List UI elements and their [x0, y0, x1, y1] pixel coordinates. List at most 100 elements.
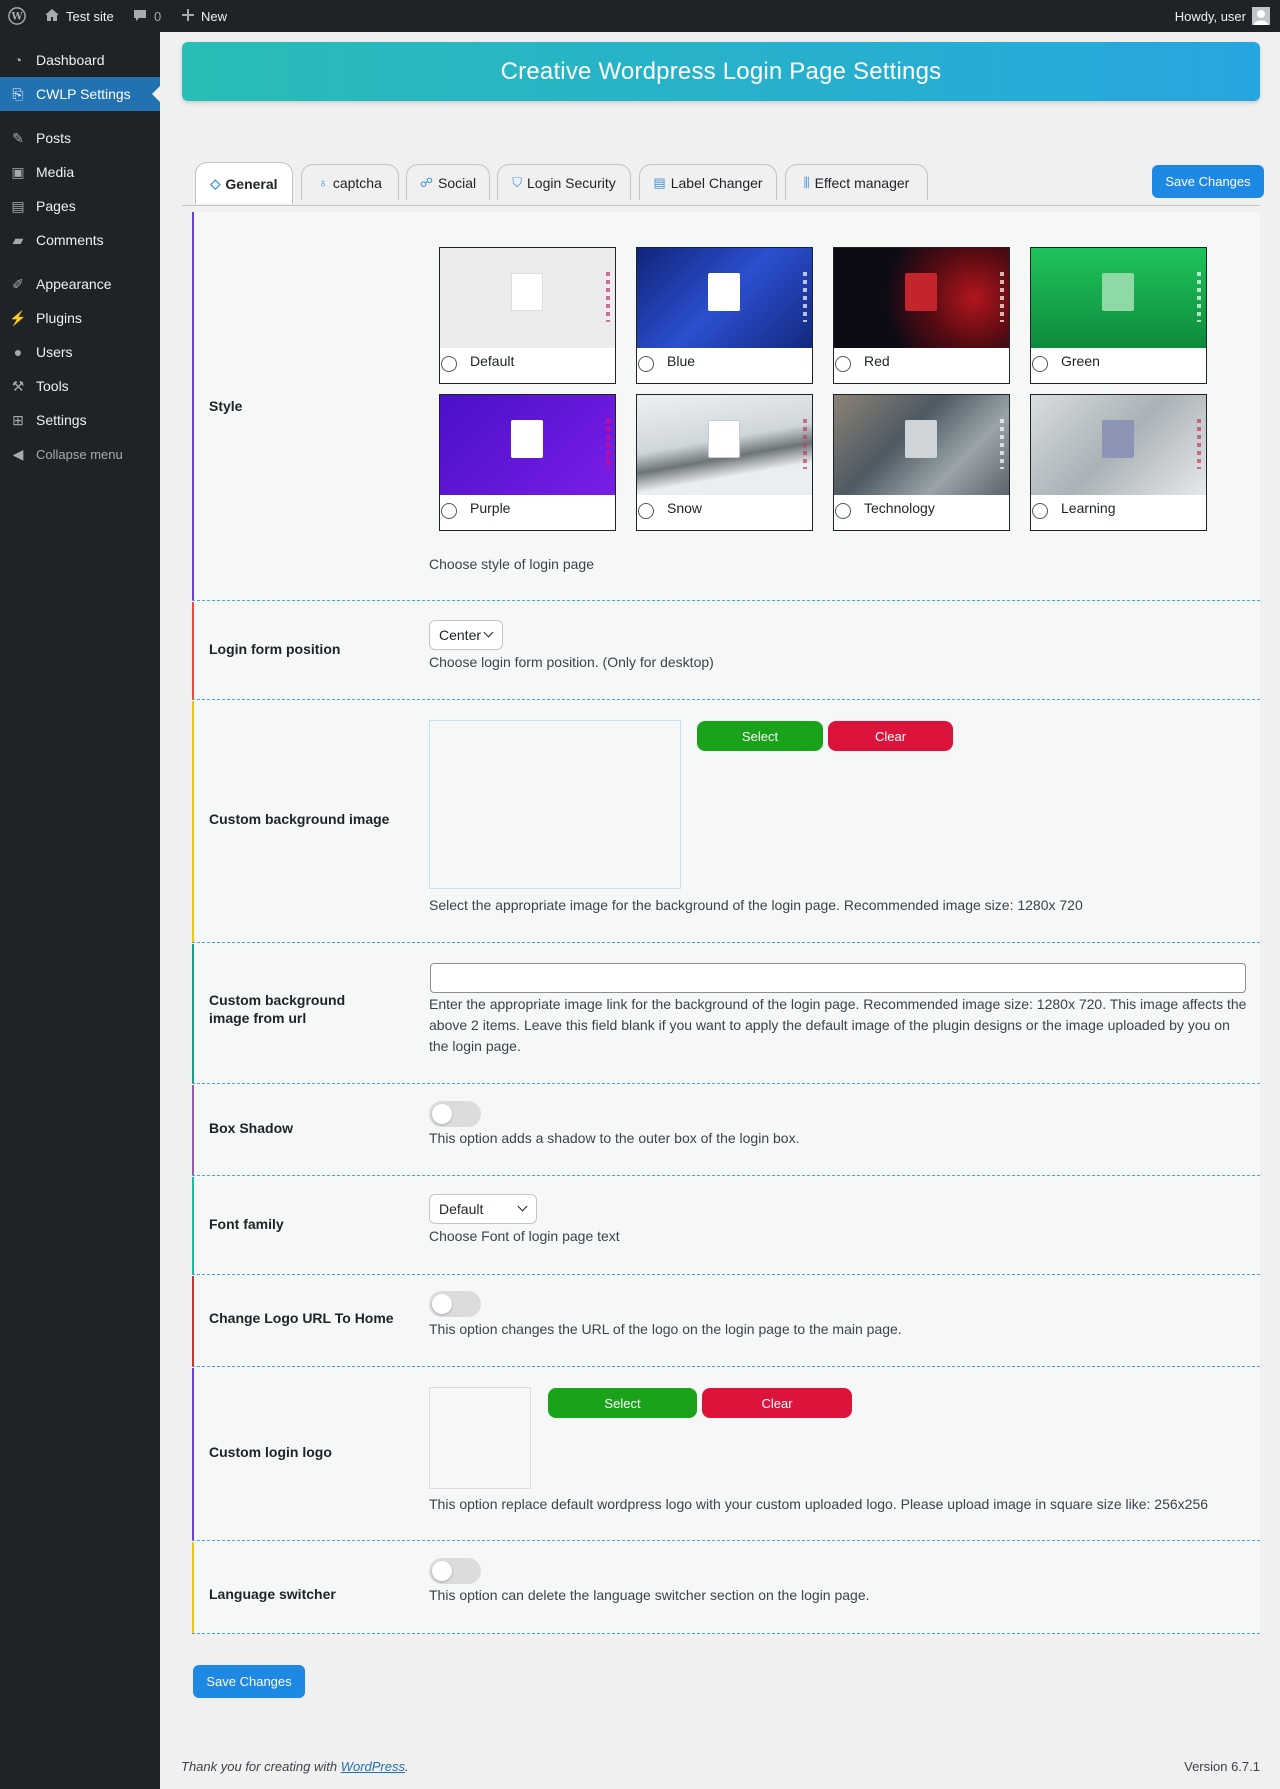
sidebar-item-dashboard[interactable]: ◔ Dashboard — [0, 43, 160, 77]
language-switcher-label: Language switcher — [209, 1586, 336, 1602]
collapse-menu-button[interactable]: ◀ Collapse menu — [0, 437, 160, 471]
style-label: Style — [209, 398, 243, 414]
toggle-knob — [432, 1294, 452, 1314]
style-option-green[interactable]: Green — [1030, 247, 1207, 384]
sidebar-item-appearance[interactable]: ✐ Appearance — [0, 267, 160, 301]
toggle-knob — [432, 1561, 452, 1581]
login-logo-label: Custom login logo — [209, 1444, 332, 1460]
tab-effect-manager[interactable]: ⫼ Effect manager — [785, 164, 928, 200]
admin-bar: W Test site 0 New Howdy, user — [0, 0, 1280, 32]
tab-label: Login Security — [527, 174, 616, 191]
style-option-technology[interactable]: Technology — [833, 394, 1010, 531]
tab-label: captcha — [332, 174, 382, 191]
footer-version: Version 6.7.1 — [1184, 1759, 1260, 1774]
bg-url-input[interactable] — [430, 963, 1246, 993]
tab-login-security[interactable]: ⛉ Login Security — [497, 164, 631, 200]
tab-divider — [182, 205, 1260, 206]
user-icon: ● — [13, 344, 23, 360]
sidebar-item-settings[interactable]: ⊞ Settings — [0, 403, 160, 437]
style-option-name: Snow — [667, 500, 703, 516]
style-description: Choose style of login page — [429, 556, 594, 572]
style-option-blue[interactable]: Blue — [636, 247, 813, 384]
preview-form — [1102, 420, 1134, 458]
style-option-default[interactable]: Default — [439, 247, 616, 384]
login-logo-description: This option replace default wordpress lo… — [429, 1496, 1209, 1512]
style-radio[interactable] — [441, 356, 457, 372]
sidebar-item-label: Collapse menu — [36, 446, 123, 462]
tab-label-changer[interactable]: ▤ Label Changer — [639, 164, 777, 200]
style-radio[interactable] — [638, 356, 654, 372]
brush-icon: ✐ — [12, 275, 24, 292]
login-logo-select-button[interactable]: Select — [548, 1388, 697, 1418]
style-option-name: Blue — [667, 353, 696, 369]
style-radio[interactable] — [835, 503, 851, 519]
home-icon — [44, 7, 60, 26]
style-radio[interactable] — [441, 503, 457, 519]
site-name-link[interactable]: Test site — [44, 0, 114, 32]
sidebar-item-comments[interactable]: ▰ Comments — [0, 223, 160, 257]
my-account-link[interactable]: Howdy, user — [1175, 0, 1270, 32]
sidebar-item-tools[interactable]: ⚒ Tools — [0, 369, 160, 403]
style-radio[interactable] — [638, 503, 654, 519]
box-shadow-toggle[interactable] — [429, 1101, 481, 1127]
logo-url-toggle[interactable] — [429, 1291, 481, 1317]
new-content-link[interactable]: New — [181, 0, 227, 32]
label-icon: ▤ — [653, 174, 666, 190]
row-accent-bar — [192, 1177, 194, 1274]
page-title: Creative Wordpress Login Page Settings — [500, 57, 942, 85]
font-family-select[interactable]: Default — [429, 1194, 537, 1224]
style-option-snow[interactable]: Snow — [636, 394, 813, 531]
shield-icon: ⛉ — [512, 174, 523, 190]
sidebar-item-cwlp-settings[interactable]: ⎘ CWLP Settings — [0, 77, 160, 111]
style-preview-learning — [1031, 395, 1206, 495]
sidebar-item-media[interactable]: ▣ Media — [0, 155, 160, 189]
wordpress-logo-icon[interactable]: W — [8, 0, 26, 32]
login-logo-clear-button[interactable]: Clear — [702, 1388, 852, 1418]
style-option-name: Purple — [470, 500, 511, 516]
style-preview-default — [440, 248, 615, 348]
sidebar-item-label: Posts — [36, 130, 72, 146]
effect-icon: ⫼ — [803, 174, 810, 190]
sidebar-item-plugins[interactable]: ⚡ Plugins — [0, 301, 160, 335]
position-select[interactable]: Center — [429, 620, 503, 650]
tab-general[interactable]: ◇ General — [195, 162, 293, 204]
row-accent-bar — [192, 1276, 194, 1366]
pages-icon: ▤ — [11, 197, 25, 214]
sidebar-item-label: Settings — [36, 412, 87, 428]
preview-dots — [1197, 419, 1201, 469]
comment-icon: ▰ — [12, 231, 24, 248]
wordpress-link[interactable]: WordPress — [341, 1759, 405, 1774]
bg-image-select-button[interactable]: Select — [697, 721, 823, 751]
style-option-name: Red — [864, 353, 890, 369]
comments-link[interactable]: 0 — [132, 0, 161, 32]
site-name: Test site — [66, 8, 114, 24]
avatar — [1252, 7, 1270, 25]
bg-image-clear-button[interactable]: Clear — [828, 721, 953, 751]
font-family-value: Default — [439, 1201, 484, 1217]
chevron-down-icon — [517, 1201, 528, 1212]
style-preview-snow — [637, 395, 812, 495]
sidebar-item-users[interactable]: ● Users — [0, 335, 160, 369]
tab-social[interactable]: ☍ Social — [406, 164, 490, 200]
preview-dots — [1197, 272, 1201, 322]
save-changes-top-button[interactable]: Save Changes — [1152, 165, 1264, 198]
language-switcher-toggle[interactable] — [429, 1558, 481, 1584]
style-option-learning[interactable]: Learning — [1030, 394, 1207, 531]
style-radio[interactable] — [1032, 503, 1048, 519]
style-option-red[interactable]: Red — [833, 247, 1010, 384]
bg-url-label: Custom background image from url — [209, 992, 346, 1026]
row-accent-bar — [192, 944, 194, 1083]
preview-form — [511, 273, 543, 311]
tab-captcha[interactable]: ♁ captcha — [301, 164, 399, 200]
sidebar-item-label: Media — [36, 164, 75, 180]
style-radio[interactable] — [1032, 356, 1048, 372]
save-changes-bottom-button[interactable]: Save Changes — [193, 1665, 305, 1698]
style-option-purple[interactable]: Purple — [439, 394, 616, 531]
sidebar-item-posts[interactable]: ✎ Posts — [0, 121, 160, 155]
sidebar-item-label: Dashboard — [36, 52, 105, 68]
logo-url-label: Change Logo URL To Home — [209, 1310, 394, 1326]
howdy-text: Howdy, user — [1174, 8, 1246, 24]
style-radio[interactable] — [835, 356, 851, 372]
sidebar-item-pages[interactable]: ▤ Pages — [0, 189, 160, 223]
active-arrow — [152, 86, 160, 102]
